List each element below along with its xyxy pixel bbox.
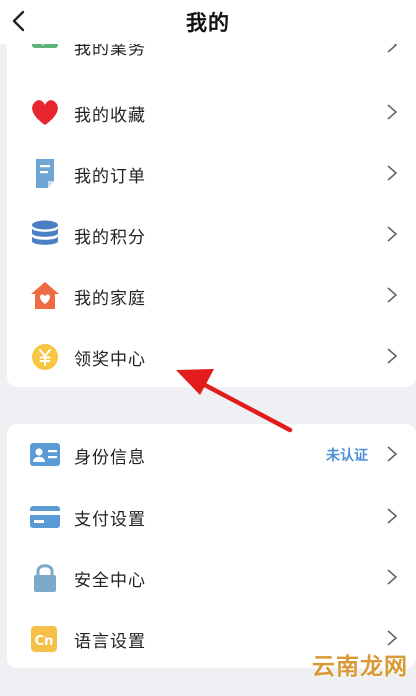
heart-icon: [32, 100, 58, 125]
page-title: 我的: [186, 11, 230, 35]
chevron-right-icon: [387, 446, 398, 462]
order-document-icon: [36, 159, 54, 188]
menu-item-label: 我的订单: [74, 167, 146, 187]
verification-status: 未认证: [326, 448, 368, 464]
chevron-right-icon: [387, 226, 398, 242]
chevron-right-icon: [387, 165, 398, 181]
watermark-text: 云南龙网: [312, 653, 408, 680]
menu-item-label: 我的收藏: [74, 106, 146, 126]
menu-item-reward-center[interactable]: 领奖中心: [7, 326, 416, 386]
menu-item-family[interactable]: 我的家庭: [7, 265, 416, 325]
family-house-icon: [31, 282, 59, 309]
menu-item-orders[interactable]: 我的订单: [7, 143, 416, 203]
menu-group-settings: 身份信息 未认证 支付设置 安全中心 Cn 语言设置: [7, 424, 416, 668]
language-cn-icon: Cn: [31, 626, 57, 652]
menu-group-main: 我的業务 我的收藏 我的订单 我的积分 我的家庭 领奖中心: [7, 20, 416, 387]
id-card-icon: [30, 443, 60, 466]
menu-item-identity[interactable]: 身份信息 未认证: [7, 424, 416, 484]
menu-item-label: 领奖中心: [74, 350, 146, 370]
chevron-right-icon: [387, 348, 398, 364]
chevron-right-icon: [387, 508, 398, 524]
lock-icon: [34, 564, 56, 592]
yuan-coin-icon: [32, 344, 58, 370]
menu-item-label: 我的积分: [74, 228, 146, 248]
menu-item-label: 语言设置: [74, 632, 146, 652]
menu-item-security-center[interactable]: 安全中心: [7, 547, 416, 607]
menu-item-label: 支付设置: [74, 510, 146, 530]
svg-text:Cn: Cn: [35, 634, 54, 649]
menu-item-label: 安全中心: [74, 571, 146, 591]
menu-item-payment-settings[interactable]: 支付设置: [7, 486, 416, 546]
chevron-right-icon: [387, 569, 398, 585]
points-database-icon: [32, 220, 58, 245]
menu-item-label: 我的家庭: [74, 289, 146, 309]
bank-card-icon: [30, 506, 60, 528]
menu-item-label: 身份信息: [74, 448, 146, 468]
navigation-bar: 我的: [0, 0, 416, 44]
chevron-right-icon: [387, 630, 398, 646]
chevron-right-icon: [387, 287, 398, 303]
menu-item-points[interactable]: 我的积分: [7, 204, 416, 264]
chevron-right-icon: [387, 104, 398, 120]
menu-item-favorites[interactable]: 我的收藏: [7, 82, 416, 142]
